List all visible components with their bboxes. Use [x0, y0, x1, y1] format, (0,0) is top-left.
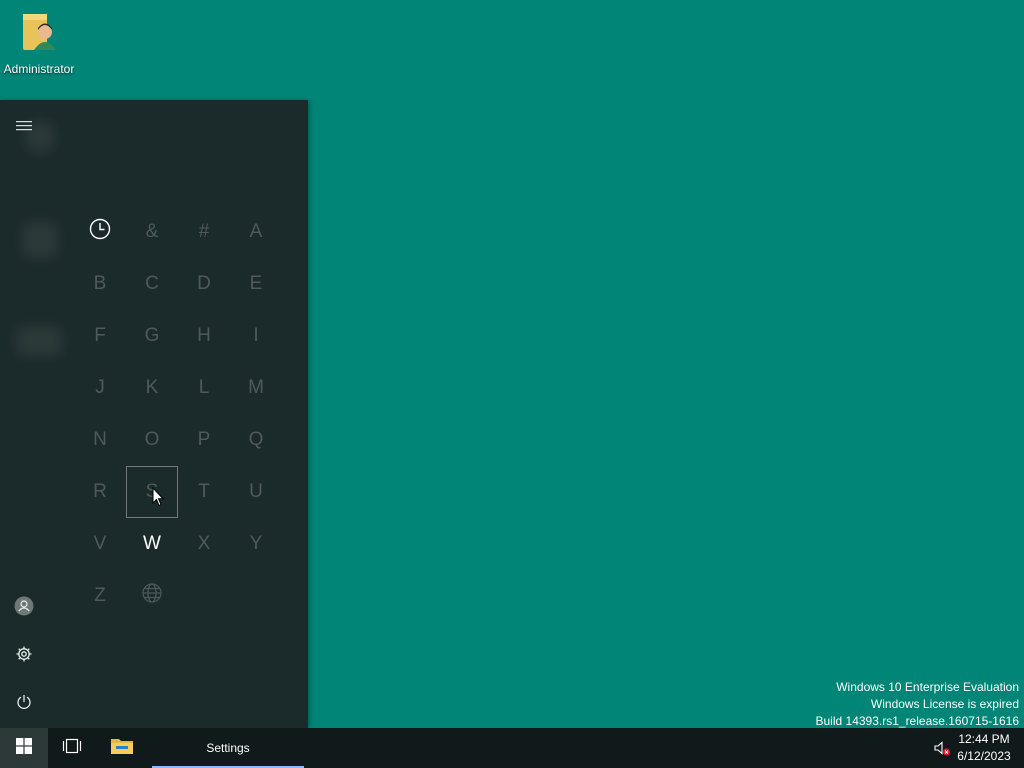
task-view-icon [62, 738, 82, 759]
taskbar: Settings 12:44 PM 6/12/2023 [0, 728, 1024, 768]
jump-y[interactable]: Y [230, 518, 282, 570]
jump-label: N [93, 429, 107, 450]
taskbar-settings-app[interactable]: Settings [152, 728, 304, 768]
file-explorer-button[interactable] [98, 728, 146, 768]
volume-button[interactable] [932, 738, 952, 758]
jump-label: # [198, 221, 210, 242]
jump-label: U [249, 481, 263, 502]
jump-label: A [249, 221, 263, 242]
jump-e[interactable]: E [230, 258, 282, 310]
windows-watermark: Windows 10 Enterprise Evaluation Windows… [816, 679, 1020, 730]
clock-time: 12:44 PM [958, 732, 1010, 746]
jump-r[interactable]: R [74, 466, 126, 518]
jump-label: L [198, 377, 210, 398]
windows-logo-icon [16, 737, 32, 759]
jump-f[interactable]: F [74, 310, 126, 362]
jump-l[interactable]: L [178, 362, 230, 414]
power-button[interactable] [0, 680, 48, 728]
task-view-button[interactable] [48, 728, 96, 768]
start-button[interactable] [0, 728, 48, 768]
jump-label: Z [94, 585, 106, 606]
jump-d[interactable]: D [178, 258, 230, 310]
volume-muted-icon [932, 741, 952, 762]
globe-icon [141, 582, 163, 610]
jump-label: T [198, 481, 210, 502]
jump-q[interactable]: Q [230, 414, 282, 466]
alphabet-jump-grid: & # A B C D E F G H I J K L M N O P Q R S T U V W X Y Z [74, 206, 282, 622]
jump-k[interactable]: K [126, 362, 178, 414]
jump-label: B [93, 273, 107, 294]
jump-label: I [253, 325, 259, 346]
jump-o[interactable]: O [126, 414, 178, 466]
jump-label: Q [248, 429, 264, 450]
jump-label: E [249, 273, 263, 294]
user-folder-icon [19, 8, 59, 56]
jump-label: F [94, 325, 106, 346]
jump-label: W [143, 533, 161, 554]
jump-label: R [93, 481, 107, 502]
jump-label: & [145, 221, 159, 242]
jump-hash[interactable]: # [178, 206, 230, 258]
mouse-cursor-icon [152, 487, 164, 507]
jump-g[interactable]: G [126, 310, 178, 362]
jump-m[interactable]: M [230, 362, 282, 414]
jump-label: J [95, 377, 105, 398]
settings-button[interactable] [0, 632, 48, 680]
jump-u[interactable]: U [230, 466, 282, 518]
watermark-edition: Windows 10 Enterprise Evaluation [836, 680, 1019, 694]
jump-label: K [145, 377, 159, 398]
jump-b[interactable]: B [74, 258, 126, 310]
jump-globe[interactable] [126, 570, 178, 622]
jump-a[interactable]: A [230, 206, 282, 258]
jump-label: H [197, 325, 211, 346]
jump-label: G [144, 325, 160, 346]
jump-h[interactable]: H [178, 310, 230, 362]
desktop-icon-label: Administrator [3, 62, 75, 76]
blurred-tile [16, 326, 62, 356]
clock-date: 6/12/2023 [957, 749, 1011, 763]
jump-n[interactable]: N [74, 414, 126, 466]
jump-z[interactable]: Z [74, 570, 126, 622]
user-icon [14, 596, 34, 621]
desktop-icon-administrator[interactable]: Administrator [0, 8, 78, 76]
power-icon [16, 694, 32, 715]
jump-label: C [145, 273, 159, 294]
jump-j[interactable]: J [74, 362, 126, 414]
blurred-tile [22, 222, 58, 258]
jump-x[interactable]: X [178, 518, 230, 570]
jump-recent[interactable] [74, 206, 126, 258]
jump-label: X [197, 533, 211, 554]
jump-label: P [197, 429, 211, 450]
gear-icon [15, 645, 33, 668]
jump-label: O [144, 429, 160, 450]
jump-label: M [248, 377, 264, 398]
jump-t[interactable]: T [178, 466, 230, 518]
clock-icon [89, 218, 111, 246]
clock[interactable]: 12:44 PM 6/12/2023 [954, 731, 1014, 765]
jump-label: V [93, 533, 107, 554]
blurred-tile [26, 122, 54, 152]
jump-c[interactable]: C [126, 258, 178, 310]
file-explorer-icon [110, 736, 134, 761]
start-menu: & # A B C D E F G H I J K L M N O P Q R S T U V W X Y Z [0, 100, 308, 728]
jump-w[interactable]: W [126, 518, 178, 570]
user-account-button[interactable] [0, 584, 48, 632]
watermark-license: Windows License is expired [870, 697, 1019, 711]
jump-v[interactable]: V [74, 518, 126, 570]
jump-i[interactable]: I [230, 310, 282, 362]
jump-p[interactable]: P [178, 414, 230, 466]
taskbar-app-label: Settings [206, 741, 250, 755]
jump-label: D [197, 273, 211, 294]
jump-label: Y [249, 533, 263, 554]
jump-amp[interactable]: & [126, 206, 178, 258]
